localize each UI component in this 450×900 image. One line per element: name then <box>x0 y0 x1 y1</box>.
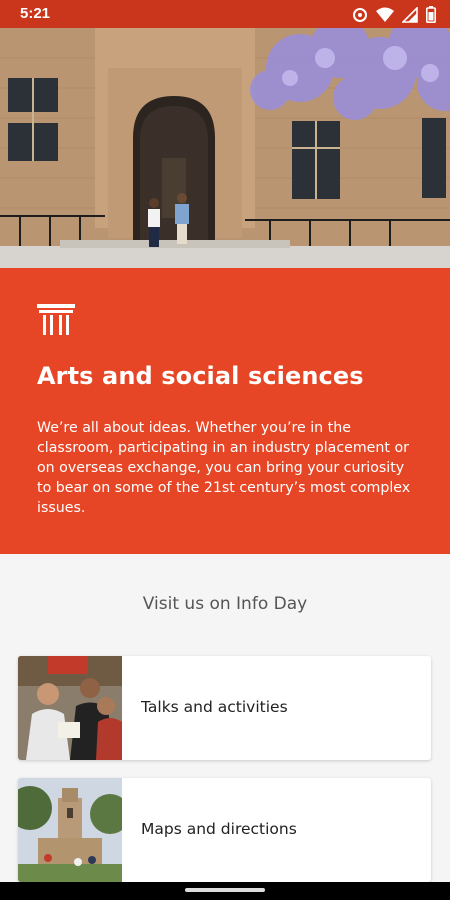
card-label: Talks and activities <box>141 698 288 716</box>
university-quadrangle-tower-photo <box>18 778 122 882</box>
card-label: Maps and directions <box>141 820 297 838</box>
faculty-title: Arts and social sciences <box>37 362 364 390</box>
hero-image <box>0 28 450 268</box>
data-saver-icon <box>353 7 367 22</box>
navigation-bar <box>0 882 450 900</box>
maps-and-directions-card[interactable]: Maps and directions <box>18 778 431 882</box>
wifi-icon <box>376 7 394 22</box>
faculty-description: We’re all about ideas. Whether you’re in… <box>37 420 411 516</box>
status-icons <box>352 6 436 23</box>
info-day-heading: Visit us on Info Day <box>142 594 308 614</box>
students-at-event-photo <box>18 656 122 760</box>
column-pillar-icon <box>37 304 75 335</box>
signal-icon <box>402 6 418 23</box>
status-bar: 5:21 <box>0 0 450 28</box>
talks-and-activities-card[interactable]: Talks and activities <box>18 656 431 760</box>
home-gesture-handle[interactable] <box>185 888 265 892</box>
faculty-panel: Arts and social sciences We’re all about… <box>0 268 450 554</box>
battery-icon <box>426 6 436 23</box>
status-time: 5:21 <box>20 5 51 22</box>
